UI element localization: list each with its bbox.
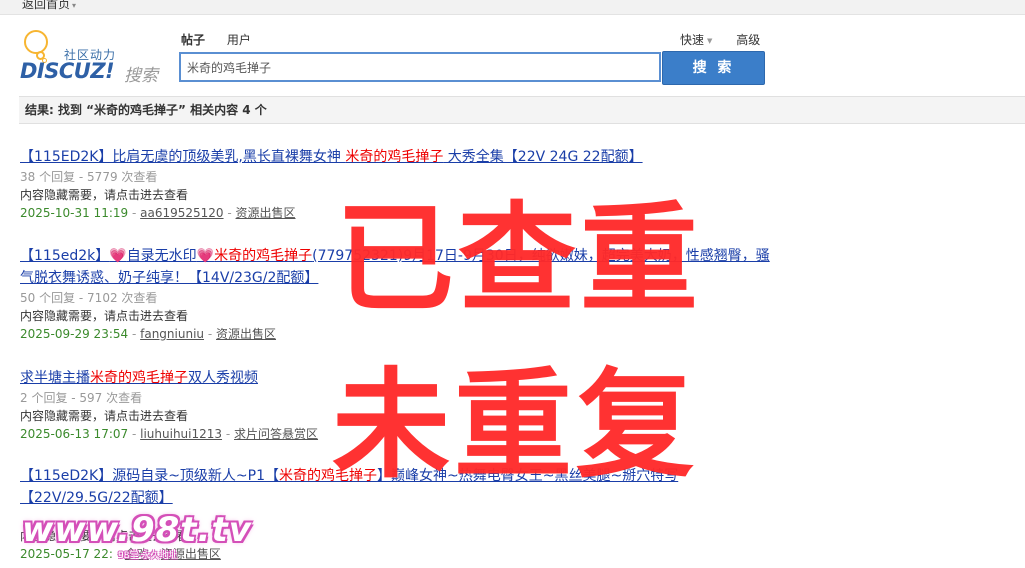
search-input[interactable] [181, 54, 663, 80]
heart-icon: 💗 [109, 248, 127, 264]
chevron-down-icon: ▼ [707, 37, 713, 45]
back-home-link[interactable]: 返回首页 ▾ [22, 0, 76, 12]
result-author-link[interactable]: liuhuihui1213 [140, 427, 222, 441]
result-forum-link[interactable]: 资源出售区 [216, 327, 276, 341]
advanced-search-link[interactable]: 高级 [736, 33, 760, 47]
search-options: 快速 ▼ 高级 [680, 31, 760, 48]
quick-search-dropdown[interactable]: 快速 ▼ [680, 33, 712, 47]
site-watermark: www.98t.tv [22, 510, 252, 550]
search-button[interactable]: 搜 索 [662, 51, 765, 85]
tab-users[interactable]: 用户 [227, 33, 251, 47]
discuz-logo[interactable]: 社区动力 DISCUZ! 搜索 [20, 28, 160, 86]
heart-icon: 💗 [196, 248, 215, 264]
tab-posts[interactable]: 帖子 [181, 33, 205, 47]
result-date: 2025-09-29 23:54 [20, 327, 129, 341]
checked-duplicate-stamp: 已查重 [336, 190, 703, 328]
site-watermark-sub: 98堂·永久地址 [118, 551, 178, 561]
speech-bubble-icon [24, 30, 48, 54]
top-bar: 返回首页 ▾ [0, 0, 1025, 15]
result-title-link[interactable]: 【115ED2K】比肩无虞的顶级美乳,黑长直裸舞女神 米奇的鸡毛掸子 大秀全集【… [20, 146, 800, 168]
result-stats: 38 个回复 - 5779 次查看 [20, 170, 158, 184]
chevron-down-icon: ▾ [72, 1, 77, 10]
search-input-box [179, 52, 663, 82]
search-type-tabs: 帖子 用户 [181, 31, 269, 48]
logo-brand: DISCUZ! [20, 59, 115, 83]
result-author-link[interactable]: fangniuniu [140, 327, 204, 341]
result-forum-link[interactable]: 求片问答悬赏区 [234, 427, 318, 441]
result-date: 2025-10-31 11:19 [20, 206, 129, 220]
result-date: 2025-06-13 17:07 [20, 427, 129, 441]
result-summary: 结果: 找到 “米奇的鸡毛掸子” 相关内容 4 个 [19, 96, 1025, 124]
result-author-link[interactable]: aa619525120 [140, 206, 223, 220]
result-forum-link[interactable]: 资源出售区 [236, 206, 296, 220]
no-duplicate-stamp: 未重复 [332, 356, 699, 494]
logo-search-word: 搜索 [124, 66, 158, 86]
